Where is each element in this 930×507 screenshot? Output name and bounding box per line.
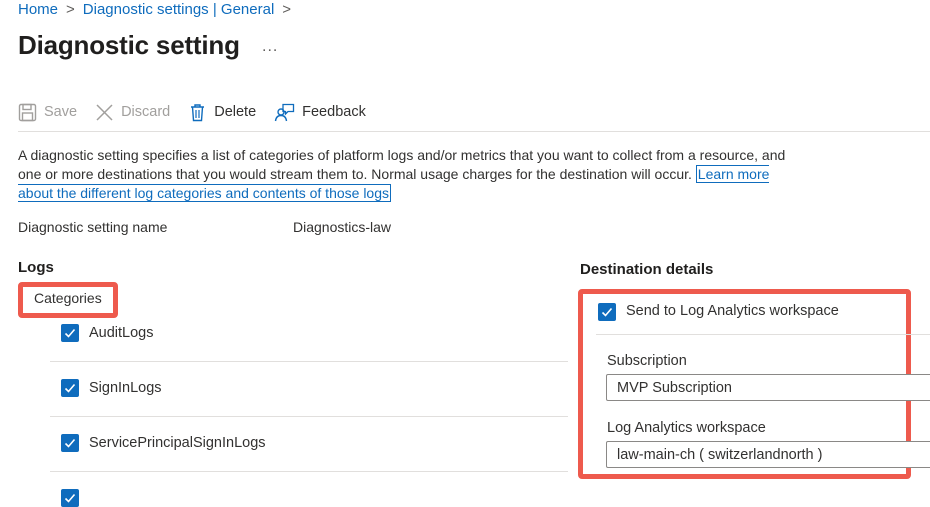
subscription-label: Subscription xyxy=(607,353,687,369)
setting-name-value: Diagnostics-law xyxy=(293,219,392,235)
close-icon xyxy=(96,103,113,121)
checkmark-icon xyxy=(64,383,76,393)
breadcrumb: Home > Diagnostic settings | General > xyxy=(18,1,299,18)
checkmark-icon xyxy=(64,438,76,448)
more-options-icon[interactable]: ... xyxy=(262,38,278,56)
workspace-value: law-main-ch ( switzerlandnorth ) xyxy=(617,446,823,463)
serviceprincipalsigninlogs-checkbox[interactable] xyxy=(61,434,79,452)
setting-name-label: Diagnostic setting name xyxy=(18,219,168,235)
signinlogs-checkbox[interactable] xyxy=(61,379,79,397)
subscription-dropdown[interactable]: MVP Subscription xyxy=(606,374,930,401)
log-category-checkbox[interactable] xyxy=(61,489,79,507)
checkmark-icon xyxy=(601,307,613,317)
send-to-law-label: Send to Log Analytics workspace xyxy=(626,303,839,319)
toolbar-divider xyxy=(18,131,930,132)
chevron-right-icon: > xyxy=(66,1,75,18)
command-bar: Save Discard Delete Feedback xyxy=(18,98,384,126)
delete-label: Delete xyxy=(214,104,257,120)
description-body: A diagnostic setting specifies a list of… xyxy=(18,147,786,182)
logs-heading: Logs xyxy=(18,259,54,276)
discard-button[interactable]: Discard xyxy=(95,103,170,122)
auditlogs-label: AuditLogs xyxy=(89,325,154,341)
row-divider xyxy=(50,361,568,362)
send-to-law-checkbox[interactable] xyxy=(598,303,616,321)
row-divider xyxy=(50,471,568,472)
breadcrumb-home-link[interactable]: Home xyxy=(18,1,58,18)
serviceprincipalsigninlogs-label: ServicePrincipalSignInLogs xyxy=(89,435,266,451)
breadcrumb-diagnostic-settings-link[interactable]: Diagnostic settings | General xyxy=(83,1,275,18)
section-divider xyxy=(596,334,930,335)
save-label: Save xyxy=(44,104,78,120)
workspace-label: Log Analytics workspace xyxy=(607,420,766,436)
page-title: Diagnostic setting xyxy=(18,30,240,60)
feedback-label: Feedback xyxy=(302,104,366,120)
categories-label: Categories xyxy=(34,290,102,306)
feedback-button[interactable]: Feedback xyxy=(274,103,366,122)
signinlogs-label: SignInLogs xyxy=(89,380,162,396)
checkmark-icon xyxy=(64,328,76,338)
chevron-right-icon: > xyxy=(282,1,292,18)
subscription-value: MVP Subscription xyxy=(617,379,732,396)
description-text: A diagnostic setting specifies a list of… xyxy=(18,146,788,203)
delete-button[interactable]: Delete xyxy=(188,103,256,122)
save-button[interactable]: Save xyxy=(18,103,77,122)
auditlogs-checkbox[interactable] xyxy=(61,324,79,342)
row-divider xyxy=(50,416,568,417)
trash-icon xyxy=(191,103,205,121)
save-icon xyxy=(18,103,37,121)
destination-heading: Destination details xyxy=(580,261,714,278)
feedback-icon xyxy=(274,103,295,121)
workspace-dropdown[interactable]: law-main-ch ( switzerlandnorth ) xyxy=(606,441,930,468)
discard-label: Discard xyxy=(121,104,171,120)
